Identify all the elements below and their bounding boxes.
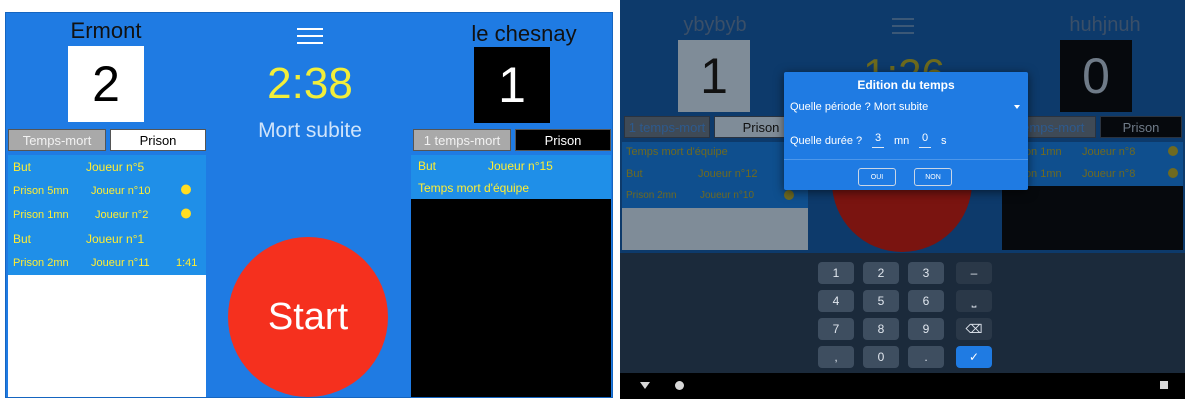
- team-left-score[interactable]: 2: [68, 46, 144, 122]
- tab-timeout-right[interactable]: 1 temps-mort: [413, 129, 511, 151]
- stopwatch-icon[interactable]: [181, 184, 191, 198]
- key-2[interactable]: 2: [863, 262, 899, 284]
- key-6[interactable]: 6: [908, 290, 944, 312]
- team-right-score[interactable]: 1: [474, 47, 550, 123]
- period-select[interactable]: Quelle période ? Mort subite: [790, 101, 1022, 117]
- game-timer: 1:26: [844, 50, 964, 72]
- list-item[interactable]: Prison 5mn Joueur n°10: [8, 179, 206, 203]
- key-7[interactable]: 7: [818, 318, 854, 340]
- minutes-input[interactable]: 3: [872, 132, 884, 148]
- team-left-name: Ermont: [70, 18, 142, 43]
- time-edit-dialog: Edition du temps Quelle période ? Mort s…: [784, 72, 1028, 190]
- yes-button[interactable]: OUI: [858, 168, 896, 186]
- event-list-right: But Joueur n°15 Temps mort d'équipe: [411, 155, 611, 397]
- key-backspace[interactable]: ⌫: [956, 318, 992, 340]
- seconds-input[interactable]: 0: [919, 132, 931, 148]
- scoreboard-screen-right: ybybyb 1 1:26 huhjnuh 0 1 temps-mort Pri…: [620, 0, 1185, 399]
- key-1[interactable]: 1: [818, 262, 854, 284]
- event-list-left: But Joueur n°5 Prison 5mn Joueur n°10 Pr…: [8, 155, 206, 397]
- back-icon[interactable]: [640, 382, 650, 389]
- list-item[interactable]: But Joueur n°1: [8, 227, 206, 251]
- start-button-dimmed: [832, 190, 972, 252]
- duration-label: Quelle durée ?: [790, 135, 863, 147]
- event-list-right: Prison 1mn Joueur n°8 Prison 1mn Joueur …: [1002, 142, 1183, 250]
- team-right-score: 0: [1060, 40, 1132, 112]
- team-right-name: huhjnuh: [1069, 14, 1141, 36]
- team-left-name: ybybyb: [683, 14, 747, 36]
- penalty-time-remaining: 1:41: [176, 257, 198, 269]
- key-3[interactable]: 3: [908, 262, 944, 284]
- stopwatch-icon[interactable]: [181, 208, 191, 222]
- event-list-left: Temps mort d'équipe But Joueur n°12 Pris…: [622, 142, 808, 250]
- tab-prison-left[interactable]: Prison: [110, 129, 206, 151]
- tab-timeout-left: 1 temps-mort: [624, 116, 710, 138]
- list-item[interactable]: Prison 2mn Joueur n°11 1:41: [8, 251, 206, 275]
- key-9[interactable]: 9: [908, 318, 944, 340]
- dialog-title: Edition du temps: [857, 78, 955, 92]
- key-0[interactable]: 0: [863, 346, 899, 368]
- seconds-unit: s: [941, 135, 947, 147]
- team-right-name: le chesnay: [471, 21, 577, 46]
- numeric-keypad: [620, 253, 1185, 373]
- key-period[interactable]: .: [908, 346, 944, 368]
- recents-icon[interactable]: [1160, 381, 1168, 389]
- stopwatch-icon: [1168, 168, 1178, 181]
- team-left-score: 1: [678, 40, 750, 112]
- menu-icon[interactable]: [297, 27, 323, 45]
- key-5[interactable]: 5: [863, 290, 899, 312]
- key-comma[interactable]: ,: [818, 346, 854, 368]
- list-item[interactable]: Prison 1mn Joueur n°2: [8, 203, 206, 227]
- list-item[interactable]: But Joueur n°5: [8, 155, 206, 179]
- game-timer[interactable]: 2:38: [210, 59, 410, 109]
- tab-prison-right[interactable]: Prison: [515, 129, 611, 151]
- stopwatch-icon: [1168, 146, 1178, 159]
- home-icon[interactable]: [675, 381, 684, 390]
- key-minus[interactable]: –: [956, 262, 992, 284]
- start-button[interactable]: Start: [228, 237, 388, 397]
- list-item[interactable]: Temps mort d'équipe: [411, 177, 611, 199]
- key-4[interactable]: 4: [818, 290, 854, 312]
- dialog-divider: [784, 159, 1028, 160]
- list-item[interactable]: But Joueur n°15: [411, 155, 611, 177]
- menu-icon: [892, 18, 914, 34]
- stopwatch-icon: [784, 190, 794, 203]
- tab-timeout-left[interactable]: Temps-mort: [8, 129, 106, 151]
- key-8[interactable]: 8: [863, 318, 899, 340]
- minutes-unit: mn: [894, 135, 910, 147]
- system-nav-bar: [620, 373, 1185, 399]
- key-space[interactable]: ⎵: [956, 290, 992, 312]
- scoreboard-screen-left: Ermont 2 2:38 Mort subite le chesnay 1 T…: [5, 12, 613, 398]
- key-done[interactable]: ✓: [956, 346, 992, 368]
- dropdown-arrow-icon: [1014, 105, 1020, 109]
- period-label: Mort subite: [258, 119, 362, 142]
- tab-prison-right: Prison: [1100, 116, 1182, 138]
- no-button[interactable]: NON: [914, 168, 952, 186]
